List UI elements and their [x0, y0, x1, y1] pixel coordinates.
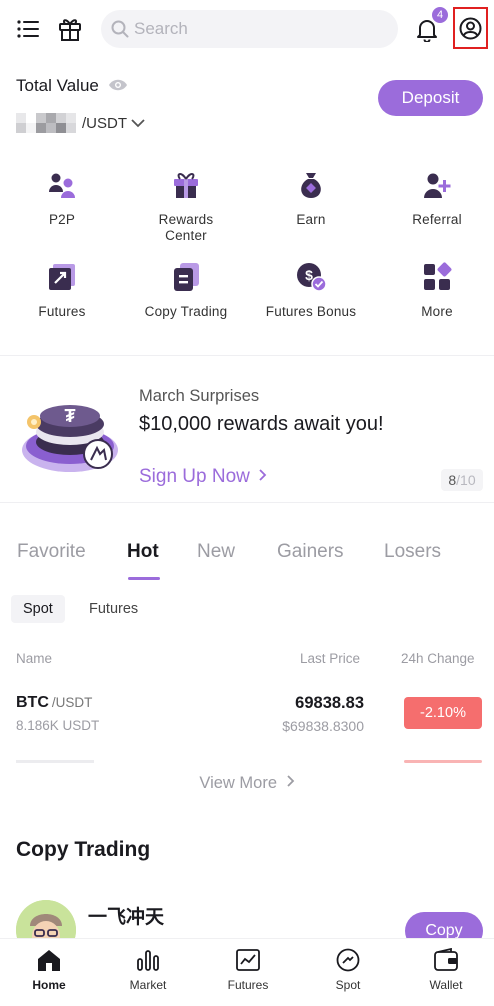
total-value-label: Total Value [16, 76, 99, 95]
table-row-peek [16, 760, 94, 763]
search-bar[interactable] [101, 10, 398, 48]
futures-chart-icon [49, 264, 75, 290]
quick-action-copy-trading[interactable]: Copy Trading [124, 262, 248, 320]
spot-icon [336, 948, 360, 972]
search-input[interactable] [134, 10, 384, 48]
subtab-spot[interactable]: Spot [11, 595, 65, 623]
svg-text:$: $ [305, 267, 313, 283]
copy-document-icon [174, 263, 199, 291]
nav-label: Market [129, 978, 167, 992]
user-profile-icon [459, 17, 482, 40]
page-total: /10 [456, 472, 476, 488]
pair-base: BTC [16, 694, 49, 711]
money-bag-icon [301, 173, 321, 198]
banner-subtitle: March Surprises [139, 387, 260, 405]
quick-action-label: Futures Bonus [265, 304, 357, 319]
eye-icon[interactable] [108, 78, 128, 92]
nav-spot[interactable]: Spot [299, 939, 397, 1006]
svg-text:₮: ₮ [65, 406, 76, 426]
quick-action-more[interactable]: More [375, 262, 494, 320]
view-more-link[interactable]: View More [0, 774, 494, 793]
quick-action-futures[interactable]: Futures [0, 262, 124, 320]
banner-cta-link[interactable]: Sign Up Now [139, 466, 267, 488]
last-price: 69838.83 [295, 694, 364, 712]
trader-name: 一飞冲天 [88, 907, 165, 928]
banner-title: $10,000 rewards await you! [139, 413, 384, 435]
nav-wallet[interactable]: Wallet [397, 939, 494, 1006]
quick-action-label: Copy Trading [144, 304, 228, 319]
table-row-peek-badge [404, 760, 482, 763]
wallet-icon [434, 948, 458, 971]
quick-action-futures-bonus[interactable]: $ Futures Bonus [249, 262, 373, 320]
balance-unit: /USDT [82, 114, 127, 132]
quick-action-label: Rewards Center [158, 212, 214, 243]
column-header-name: Name [16, 651, 53, 666]
tab-losers[interactable]: Losers [384, 541, 441, 563]
divider [0, 355, 494, 356]
grid-more-icon [424, 262, 452, 290]
nav-label: Spot [335, 978, 361, 992]
tab-new[interactable]: New [197, 541, 235, 563]
market-bars-icon [137, 950, 159, 971]
market-tabs: Favorite Hot New Gainers Losers [0, 541, 494, 581]
coin-stack-illustration: ₮ [22, 405, 118, 472]
nav-label: Home [32, 978, 66, 992]
quick-action-label: Futures [38, 304, 86, 319]
balance-row[interactable]: /USDT [16, 112, 145, 134]
p2p-icon [49, 173, 75, 198]
gift-box-icon [174, 173, 198, 198]
column-header-price: Last Price [300, 651, 361, 666]
quick-action-label: More [421, 304, 453, 319]
hidden-balance [16, 113, 76, 133]
divider [0, 502, 494, 503]
notification-badge: 4 [432, 7, 448, 23]
pair-symbol: BTC/USDT [16, 694, 92, 712]
gift-icon[interactable] [58, 16, 82, 42]
fiat-price: $69838.8300 [282, 718, 364, 734]
futures-icon [236, 949, 260, 971]
pair-volume: 8.186K USDT [16, 718, 100, 733]
quick-action-rewards-center[interactable]: Rewards Center [124, 170, 248, 244]
page-current: 8 [448, 472, 457, 488]
deposit-button[interactable]: Deposit [378, 80, 483, 116]
quick-action-label: Earn [296, 212, 326, 227]
subtab-futures[interactable]: Futures [77, 595, 150, 623]
column-header-change: 24h Change [401, 651, 475, 666]
tab-favorite[interactable]: Favorite [17, 541, 86, 563]
quick-action-label: P2P [48, 212, 76, 227]
tab-gainers[interactable]: Gainers [277, 541, 344, 563]
quick-action-earn[interactable]: Earn [249, 170, 373, 228]
chevron-down-icon[interactable] [131, 118, 145, 128]
nav-label: Futures [227, 978, 269, 992]
search-icon [111, 20, 129, 38]
nav-home[interactable]: Home [0, 939, 98, 1006]
top-header: 4 [0, 0, 494, 58]
pair-quote: /USDT [51, 695, 93, 710]
bottom-navigation: Home Market Futures Spot Wallet [0, 938, 494, 1006]
banner-page-indicator: 8/10 [441, 469, 483, 491]
tab-hot[interactable]: Hot [127, 541, 159, 563]
quick-action-p2p[interactable]: P2P [0, 170, 124, 228]
home-icon [38, 950, 60, 971]
chevron-right-icon [286, 775, 294, 787]
quick-action-label: Referral [412, 212, 462, 227]
bonus-coin-icon: $ [297, 263, 326, 292]
nav-market[interactable]: Market [99, 939, 197, 1006]
quick-action-referral[interactable]: Referral [375, 170, 494, 228]
copy-trading-title: Copy Trading [16, 838, 151, 861]
active-tab-indicator [128, 577, 160, 580]
banner-cta-label: Sign Up Now [139, 466, 250, 487]
profile-button[interactable] [453, 7, 488, 49]
view-more-label: View More [199, 774, 278, 792]
chevron-right-icon [259, 469, 267, 481]
menu-icon[interactable] [17, 19, 39, 39]
nav-label: Wallet [429, 978, 463, 992]
change-badge: -2.10% [404, 697, 482, 729]
add-user-icon [424, 173, 451, 198]
nav-futures[interactable]: Futures [199, 939, 297, 1006]
